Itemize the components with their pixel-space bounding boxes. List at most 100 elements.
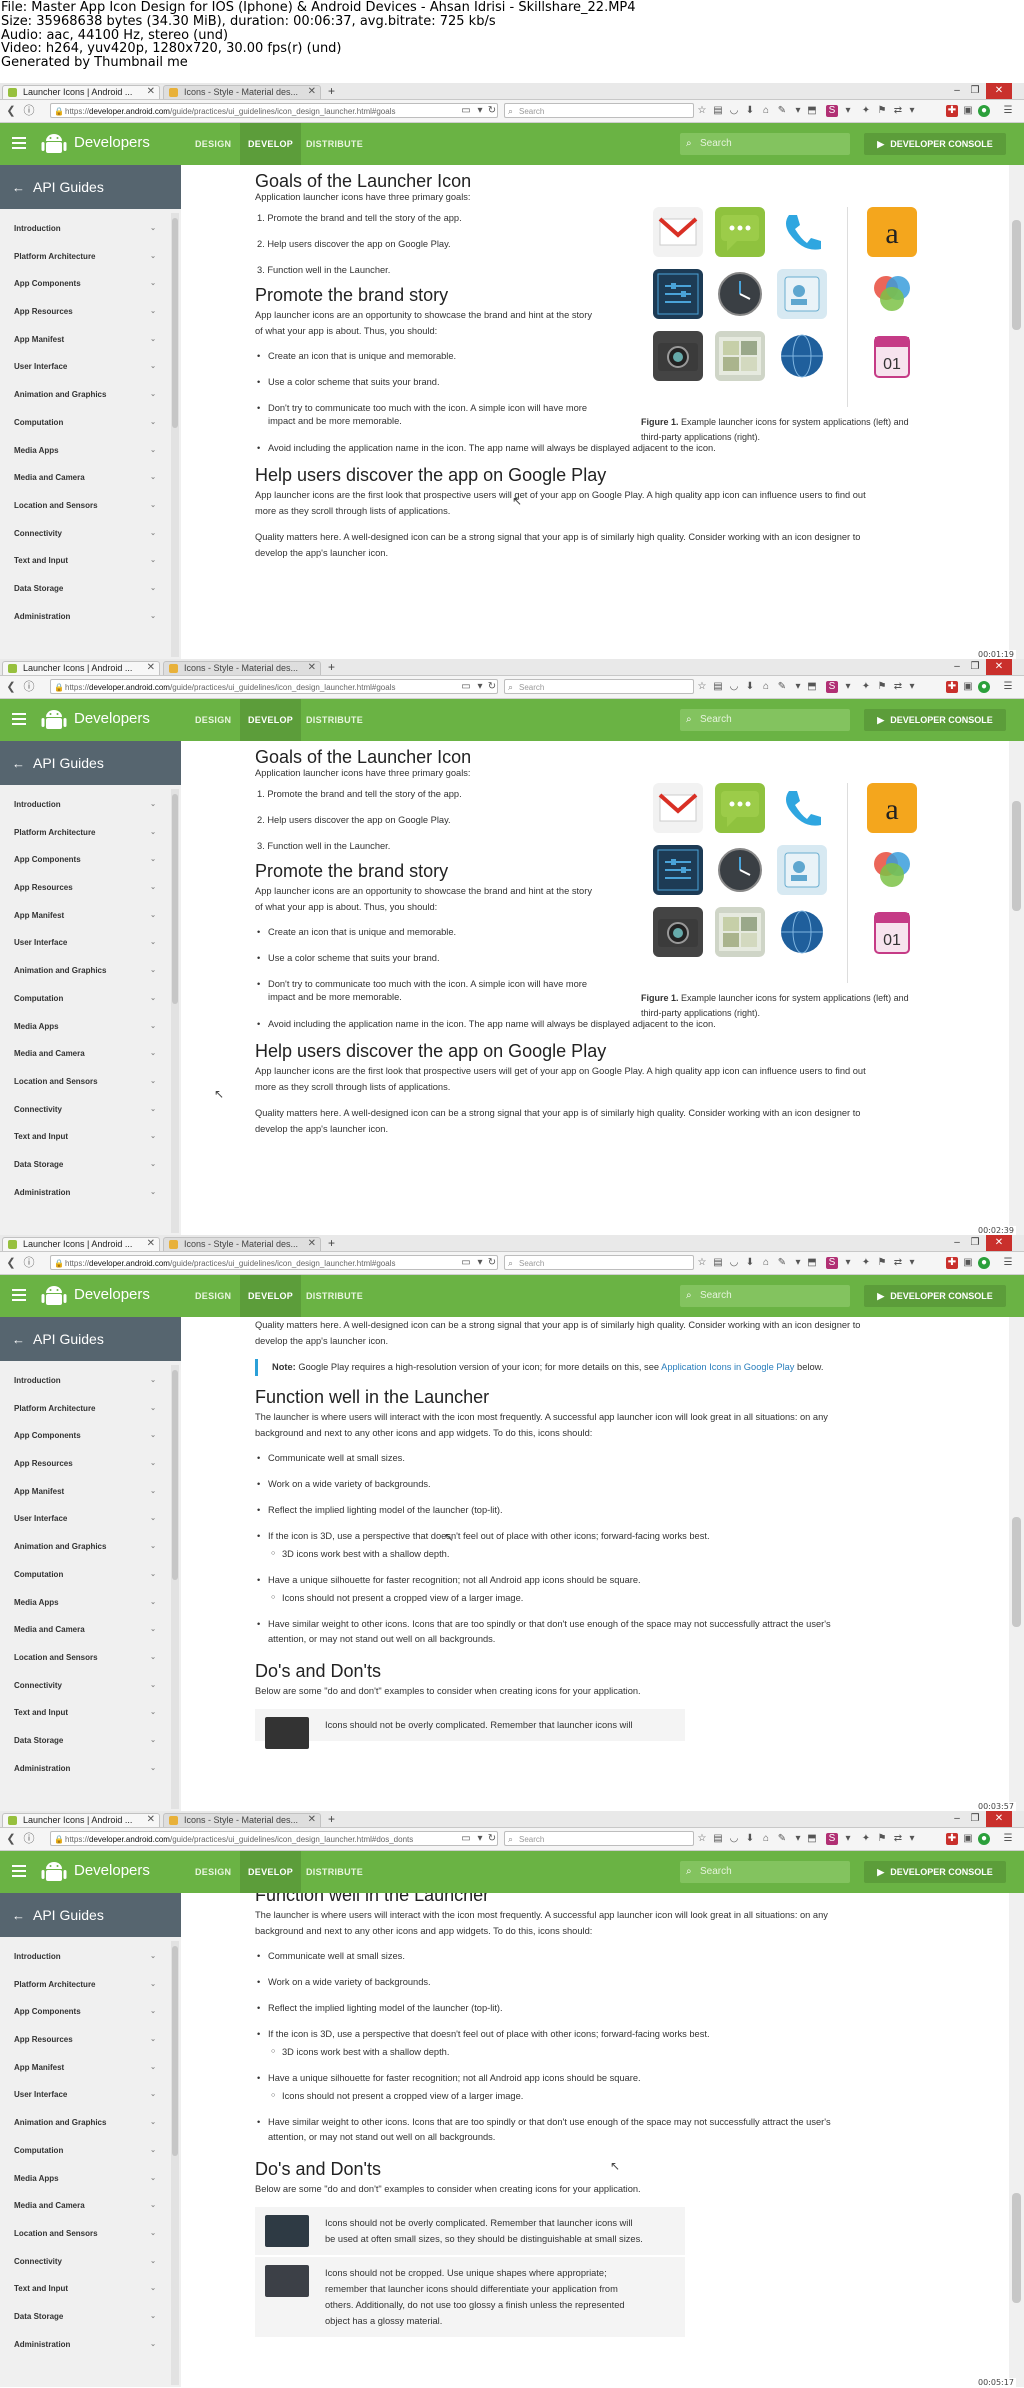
back-icon[interactable]: ❮ bbox=[4, 1256, 18, 1270]
new-tab-icon[interactable]: + bbox=[328, 1236, 335, 1250]
sidebar-item[interactable]: Media Apps ⌄ bbox=[0, 1013, 170, 1041]
dropdown-icon[interactable]: ▾ bbox=[474, 681, 486, 693]
pin-icon[interactable]: ✦ bbox=[860, 1833, 872, 1845]
box-icon[interactable]: ▣ bbox=[962, 681, 974, 693]
page-scrollbar[interactable] bbox=[1009, 1317, 1024, 1811]
sidebar-item[interactable]: Text and Input ⌄ bbox=[0, 1699, 170, 1727]
dropdown-icon[interactable]: ▾ bbox=[842, 1833, 854, 1845]
red-extension-icon[interactable]: ✚ bbox=[946, 681, 958, 693]
browser-search[interactable]: ⌕ Search bbox=[504, 1831, 694, 1846]
sidebar-item[interactable]: User Interface ⌄ bbox=[0, 2081, 170, 2109]
dropdown-icon[interactable]: ▾ bbox=[842, 1257, 854, 1269]
info-icon[interactable]: ⓘ bbox=[22, 1832, 36, 1846]
developers-brand[interactable]: Developers bbox=[74, 1286, 150, 1303]
tab-material-icons[interactable]: Icons - Style - Material des... ✕ bbox=[163, 1237, 321, 1251]
developer-console-button[interactable]: ▶ DEVELOPER CONSOLE bbox=[864, 709, 1006, 731]
site-search-input[interactable]: ⌕ Search bbox=[680, 709, 850, 731]
pin-icon[interactable]: ✦ bbox=[860, 105, 872, 117]
sidebar-item[interactable]: Introduction ⌄ bbox=[0, 1943, 170, 1971]
new-tab-icon[interactable]: + bbox=[328, 1812, 335, 1826]
box-icon[interactable]: ▣ bbox=[962, 1833, 974, 1845]
close-window-icon[interactable]: ✕ bbox=[986, 1811, 1012, 1827]
pin-icon[interactable]: ✦ bbox=[860, 1257, 872, 1269]
sidebar-item[interactable]: Computation ⌄ bbox=[0, 1561, 170, 1589]
sidebar-item[interactable]: App Manifest ⌄ bbox=[0, 1478, 170, 1506]
tools-icon[interactable]: ✎ bbox=[776, 681, 788, 693]
hamburger-icon[interactable] bbox=[12, 1865, 26, 1879]
flag-icon[interactable]: ⚑ bbox=[876, 681, 888, 693]
clipboard-icon[interactable]: ▤ bbox=[712, 681, 724, 693]
back-icon[interactable]: ❮ bbox=[4, 680, 18, 694]
close-window-icon[interactable]: ✕ bbox=[986, 83, 1012, 99]
hamburger-icon[interactable] bbox=[12, 137, 26, 151]
dropdown-icon[interactable]: ▾ bbox=[906, 1833, 918, 1845]
close-tab-icon[interactable]: ✕ bbox=[308, 1238, 316, 1249]
star-icon[interactable]: ☆ bbox=[696, 105, 708, 117]
flag-icon[interactable]: ⚑ bbox=[876, 1257, 888, 1269]
box-icon[interactable]: ▣ bbox=[962, 1257, 974, 1269]
sidebar-item[interactable]: Location and Sensors ⌄ bbox=[0, 2220, 170, 2248]
box-icon[interactable]: ▣ bbox=[962, 105, 974, 117]
page-scrollbar[interactable] bbox=[1009, 741, 1024, 1235]
sidebar-item[interactable]: Media and Camera ⌄ bbox=[0, 1616, 170, 1644]
nav-distribute[interactable]: DISTRIBUTE bbox=[298, 123, 371, 165]
green-extension-icon[interactable]: ● bbox=[978, 105, 990, 117]
home-icon[interactable]: ⌂ bbox=[760, 105, 772, 117]
star-icon[interactable]: ☆ bbox=[696, 1257, 708, 1269]
close-tab-icon[interactable]: ✕ bbox=[308, 86, 316, 97]
sidebar-item[interactable]: Media and Camera ⌄ bbox=[0, 464, 170, 492]
nav-design[interactable]: DESIGN bbox=[187, 123, 239, 165]
sidebar-item[interactable]: App Components ⌄ bbox=[0, 1998, 170, 2026]
sidebar-item[interactable]: Text and Input ⌄ bbox=[0, 1123, 170, 1151]
sidebar-item[interactable]: User Interface ⌄ bbox=[0, 353, 170, 381]
tab-launcher-icons[interactable]: Launcher Icons | Android ... ✕ bbox=[2, 85, 160, 99]
red-extension-icon[interactable]: ✚ bbox=[946, 1833, 958, 1845]
back-icon[interactable]: ❮ bbox=[4, 1832, 18, 1846]
tab-launcher-icons[interactable]: Launcher Icons | Android ... ✕ bbox=[2, 1813, 160, 1827]
nav-develop[interactable]: DEVELOP bbox=[240, 699, 302, 741]
close-window-icon[interactable]: ✕ bbox=[986, 659, 1012, 675]
sidebar-item[interactable]: Media Apps ⌄ bbox=[0, 1589, 170, 1617]
download-icon[interactable]: ⬇ bbox=[744, 681, 756, 693]
nav-design[interactable]: DESIGN bbox=[187, 699, 239, 741]
page-scrollbar[interactable] bbox=[1009, 165, 1024, 659]
sidebar-item[interactable]: App Resources ⌄ bbox=[0, 2026, 170, 2054]
flag-icon[interactable]: ⚑ bbox=[876, 1833, 888, 1845]
site-search-input[interactable]: ⌕ Search bbox=[680, 1285, 850, 1307]
sync-icon[interactable]: ⇄ bbox=[892, 105, 904, 117]
browser-search[interactable]: ⌕ Search bbox=[504, 103, 694, 118]
api-guides-header[interactable]: ← API Guides bbox=[0, 1893, 181, 1937]
close-tab-icon[interactable]: ✕ bbox=[308, 662, 316, 673]
nav-develop[interactable]: DEVELOP bbox=[240, 1275, 302, 1317]
extension-icon[interactable]: ⬒ bbox=[806, 681, 818, 693]
sidebar-item[interactable]: Data Storage ⌄ bbox=[0, 575, 170, 603]
nav-design[interactable]: DESIGN bbox=[187, 1851, 239, 1893]
api-guides-header[interactable]: ← API Guides bbox=[0, 165, 181, 209]
sidebar-item[interactable]: Media Apps ⌄ bbox=[0, 437, 170, 465]
sidebar-item[interactable]: Location and Sensors ⌄ bbox=[0, 1068, 170, 1096]
green-extension-icon[interactable]: ● bbox=[978, 1833, 990, 1845]
close-tab-icon[interactable]: ✕ bbox=[308, 1814, 316, 1825]
sidebar-item[interactable]: App Manifest ⌄ bbox=[0, 2054, 170, 2082]
sidebar-item[interactable]: App Manifest ⌄ bbox=[0, 902, 170, 930]
sidebar-item[interactable]: Platform Architecture ⌄ bbox=[0, 1395, 170, 1423]
minimize-icon[interactable]: – bbox=[948, 1235, 966, 1251]
minimize-icon[interactable]: – bbox=[948, 659, 966, 675]
reload-icon[interactable]: ↻ bbox=[486, 681, 498, 693]
sidebar-item[interactable]: Connectivity ⌄ bbox=[0, 520, 170, 548]
dropdown-icon[interactable]: ▾ bbox=[792, 681, 804, 693]
sidebar-item[interactable]: Administration ⌄ bbox=[0, 603, 170, 631]
dropdown-icon[interactable]: ▾ bbox=[906, 1257, 918, 1269]
clipboard-icon[interactable]: ▤ bbox=[712, 105, 724, 117]
close-tab-icon[interactable]: ✕ bbox=[147, 86, 155, 97]
dropdown-icon[interactable]: ▾ bbox=[792, 1833, 804, 1845]
extension-icon[interactable]: ⬒ bbox=[806, 1833, 818, 1845]
url-bar[interactable]: 🔒 https://developer.android.com/guide/pr… bbox=[50, 103, 498, 118]
reload-icon[interactable]: ↻ bbox=[486, 1833, 498, 1845]
tab-material-icons[interactable]: Icons - Style - Material des... ✕ bbox=[163, 85, 321, 99]
dropdown-icon[interactable]: ▾ bbox=[474, 1833, 486, 1845]
dropdown-icon[interactable]: ▾ bbox=[842, 105, 854, 117]
sidebar-item[interactable]: Connectivity ⌄ bbox=[0, 1672, 170, 1700]
sidebar-item[interactable]: Media and Camera ⌄ bbox=[0, 2192, 170, 2220]
clipboard-icon[interactable]: ▤ bbox=[712, 1833, 724, 1845]
